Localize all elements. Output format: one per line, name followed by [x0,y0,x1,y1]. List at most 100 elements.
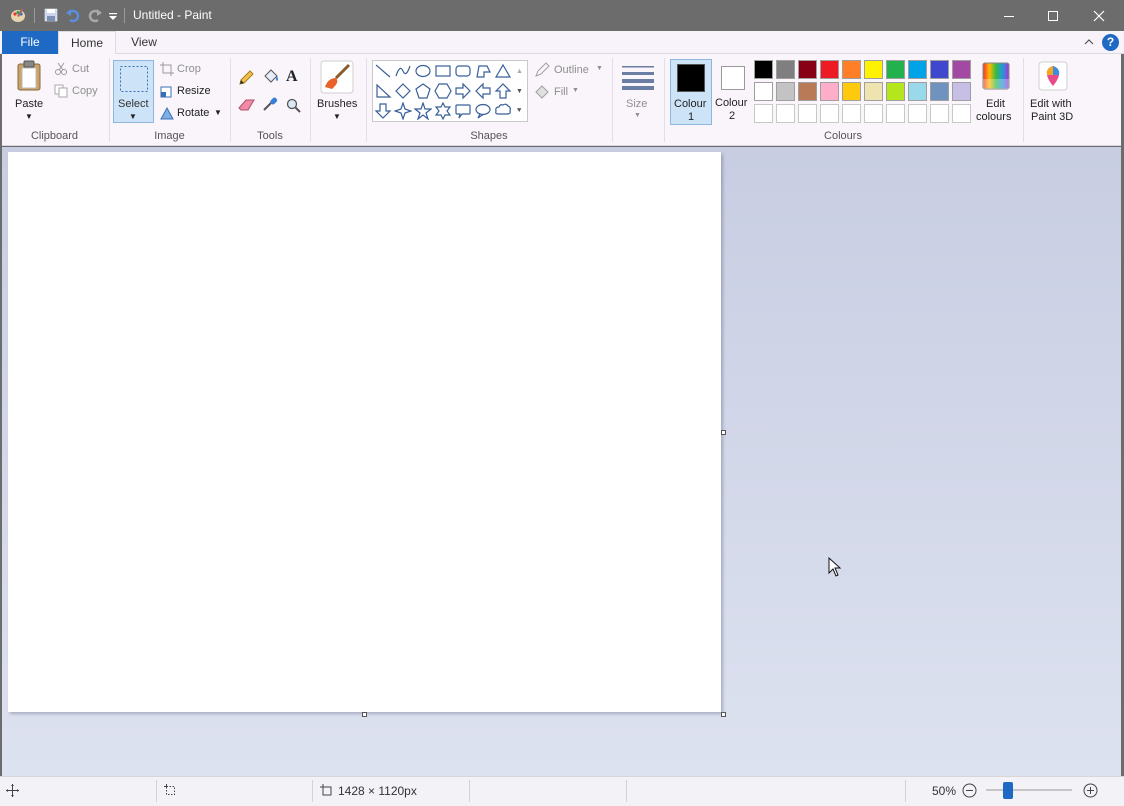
down-arrow-shape-icon[interactable] [374,102,392,120]
cloud-callout-shape-icon[interactable] [494,102,512,120]
rounded-callout-shape-icon[interactable] [454,102,472,120]
colour-2-button[interactable]: Colour 2 [713,59,753,125]
oval-callout-shape-icon[interactable] [474,102,492,120]
undo-icon[interactable] [65,7,81,23]
palette-swatch[interactable] [798,82,817,101]
custom-colour-slot[interactable] [798,104,817,123]
help-icon[interactable]: ? [1102,34,1119,51]
select-button[interactable]: Select ▼ [113,60,154,123]
drawing-canvas[interactable] [8,152,721,712]
custom-colour-slot[interactable] [864,104,883,123]
redo-icon[interactable] [87,7,103,23]
rotate-button[interactable]: Rotate ▼ [160,106,226,122]
custom-colour-slot[interactable] [776,104,795,123]
palette-swatch[interactable] [842,60,861,79]
palette-swatch[interactable] [754,82,773,101]
left-arrow-shape-icon[interactable] [474,82,492,100]
four-point-star-shape-icon[interactable] [393,101,413,121]
up-arrow-shape-icon[interactable] [494,82,512,100]
rounded-rectangle-shape-icon[interactable] [454,62,472,80]
palette-swatch[interactable] [886,82,905,101]
crop-button[interactable]: Crop [160,62,212,78]
color-picker-icon[interactable] [262,96,278,115]
custom-colour-slot[interactable] [754,104,773,123]
oval-shape-icon[interactable] [414,62,432,80]
fill-bucket-icon[interactable] [262,68,280,89]
copy-label: Copy [72,85,98,97]
zoom-out-button[interactable] [962,783,977,801]
edit-with-paint-3d-button[interactable]: Edit with Paint 3D [1026,58,1082,126]
palette-swatch[interactable] [908,60,927,79]
custom-colour-slot[interactable] [952,104,971,123]
palette-swatch[interactable] [930,60,949,79]
shapes-group-label: Shapes [470,130,508,142]
palette-swatch[interactable] [952,60,971,79]
magnifier-icon[interactable] [286,98,302,117]
collapse-ribbon-icon[interactable] [1083,35,1095,49]
edit-colours-button[interactable]: Edit colours [974,58,1018,126]
paint-app-icon[interactable] [10,7,26,23]
palette-swatch[interactable] [776,82,795,101]
brushes-dropdown-icon: ▼ [333,112,341,121]
custom-colour-slot[interactable] [930,104,949,123]
hexagon-shape-icon[interactable] [434,82,452,100]
pentagon-shape-icon[interactable] [414,82,432,100]
palette-swatch[interactable] [864,60,883,79]
fill-dropdown[interactable]: Fill ▼ [534,84,584,100]
palette-swatch[interactable] [930,82,949,101]
diamond-shape-icon[interactable] [394,82,412,100]
custom-colour-slot[interactable] [842,104,861,123]
palette-swatch[interactable] [886,60,905,79]
palette-swatch[interactable] [842,82,861,101]
shapes-expand-icon[interactable]: ⯆ [516,106,522,116]
curve-shape-icon[interactable] [394,62,412,80]
palette-swatch[interactable] [908,82,927,101]
resize-handle-bottom[interactable] [362,712,367,717]
text-tool-icon[interactable]: A [286,68,298,86]
resize-button[interactable]: Resize [160,84,220,100]
shapes-scroll-up-icon[interactable]: ▲ [516,68,523,75]
copy-button[interactable]: Copy [54,84,104,100]
shapes-scroll-down-icon[interactable]: ▼ [516,88,523,95]
palette-swatch[interactable] [820,60,839,79]
minimize-button[interactable] [986,0,1032,31]
cut-button[interactable]: Cut [54,62,100,78]
resize-handle-corner[interactable] [721,712,726,717]
size-button[interactable]: Size ▼ [616,58,660,124]
customize-quick-access-icon[interactable] [108,7,118,23]
zoom-slider-track[interactable] [986,789,1072,791]
five-point-star-shape-icon[interactable] [413,101,433,121]
tab-view[interactable]: View [118,31,170,54]
colour-1-button[interactable]: Colour 1 [670,59,712,125]
palette-swatch[interactable] [754,60,773,79]
paste-button[interactable]: Paste ▼ [10,58,48,124]
save-icon[interactable] [43,7,59,23]
tab-file[interactable]: File [2,31,58,54]
close-button[interactable] [1076,0,1122,31]
palette-swatch[interactable] [776,60,795,79]
custom-colour-slot[interactable] [886,104,905,123]
palette-swatch[interactable] [798,60,817,79]
zoom-slider-thumb[interactable] [1002,782,1013,799]
outline-dropdown[interactable]: Outline ▼ [534,62,608,78]
zoom-in-button[interactable] [1083,783,1098,801]
tab-home[interactable]: Home [58,31,116,55]
scissors-icon [54,62,68,79]
palette-swatch[interactable] [952,82,971,101]
polygon-shape-icon[interactable] [474,62,492,80]
custom-colour-slot[interactable] [908,104,927,123]
right-arrow-shape-icon[interactable] [454,82,472,100]
right-triangle-shape-icon[interactable] [374,82,392,100]
custom-colour-slot[interactable] [820,104,839,123]
line-shape-icon[interactable] [374,62,392,80]
palette-swatch[interactable] [820,82,839,101]
six-point-star-shape-icon[interactable] [434,101,452,121]
palette-swatch[interactable] [864,82,883,101]
pencil-icon[interactable] [238,70,254,89]
maximize-button[interactable] [1030,0,1076,31]
resize-handle-right[interactable] [721,430,726,435]
triangle-shape-icon[interactable] [494,62,512,80]
rectangle-shape-icon[interactable] [434,62,452,80]
brushes-button[interactable]: Brushes ▼ [313,58,361,124]
eraser-icon[interactable] [238,98,256,115]
